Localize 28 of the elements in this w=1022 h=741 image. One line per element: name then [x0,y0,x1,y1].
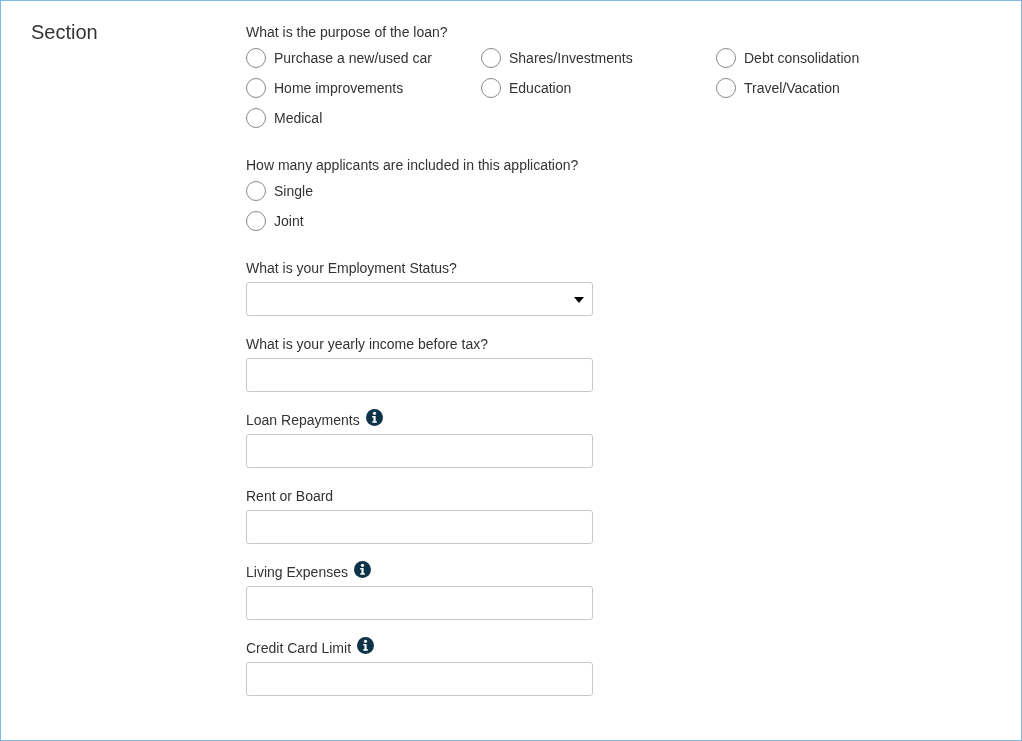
input-field[interactable] [246,586,593,620]
input-field[interactable] [246,434,593,468]
option-label[interactable]: Purchase a new/used car [274,50,432,66]
option-label[interactable]: Debt consolidation [744,50,860,66]
option-label[interactable]: Education [509,80,572,96]
question-label: What is the purpose of the loan? [246,24,448,40]
dropdown-field[interactable] [246,282,593,316]
option-label[interactable]: Travel/Vacation [744,80,840,96]
option-label[interactable]: Home improvements [274,80,404,96]
option-label[interactable]: Single [274,183,313,199]
input-field[interactable] [246,662,593,696]
question-label: Living Expenses [246,564,348,580]
info-icon[interactable] [365,408,383,426]
option-label[interactable]: Medical [274,110,323,126]
option-label[interactable]: Shares/Investments [509,50,633,66]
question-label: Credit Card Limit [246,640,352,656]
info-icon[interactable] [357,636,375,654]
info-icon[interactable] [353,560,371,578]
question-label: What is your Employment Status? [246,260,457,276]
question-label: How many applicants are included in this application? [246,157,579,173]
section-title: Section [31,21,98,43]
question-label: Rent or Board [246,488,334,504]
input-field[interactable] [246,358,593,392]
question-label: Loan Repayments [246,412,360,428]
input-field[interactable] [246,510,593,544]
option-label[interactable]: Joint [274,213,304,229]
caret-icon [574,297,584,303]
question-label: What is your yearly income before tax? [246,336,488,352]
